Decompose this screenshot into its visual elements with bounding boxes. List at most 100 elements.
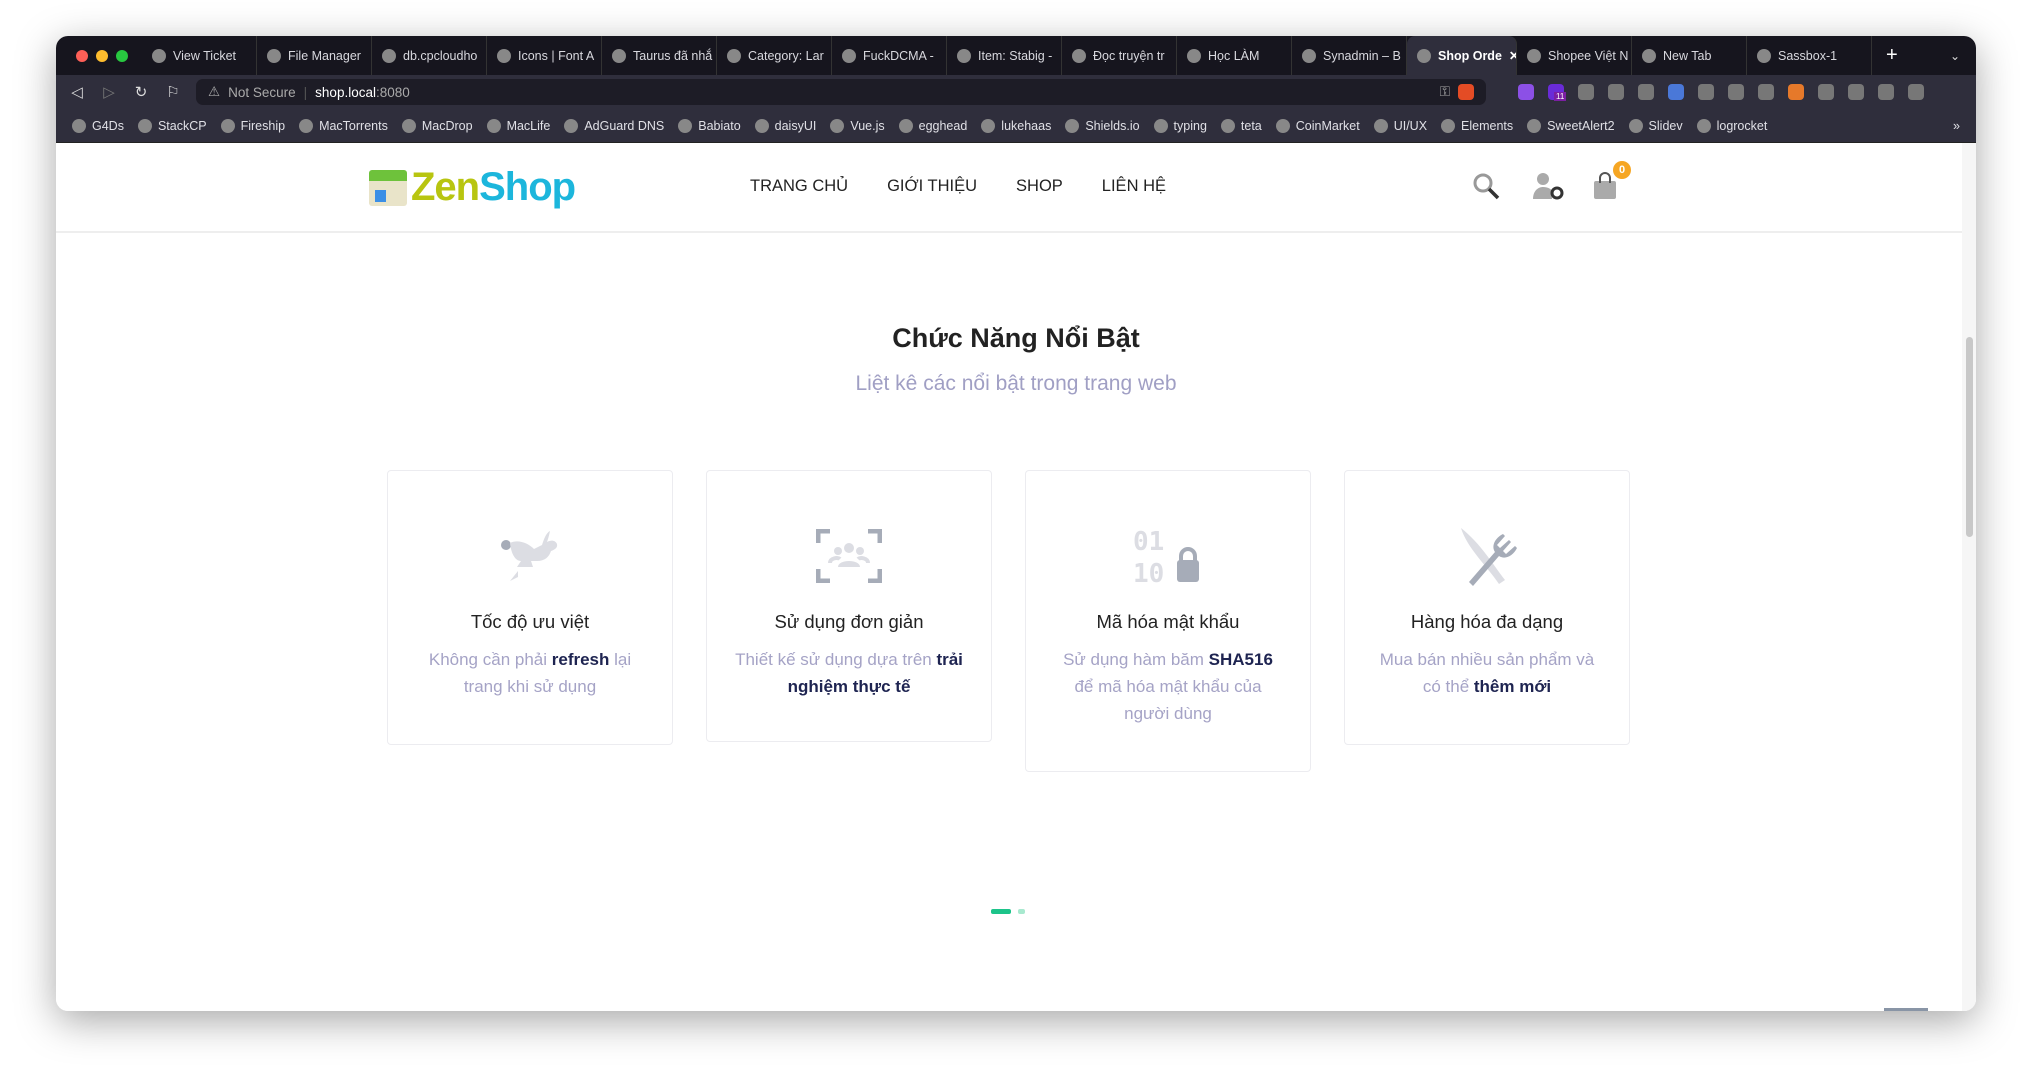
bookmark-item[interactable]: Fireship	[220, 118, 286, 133]
warning-icon: ⚠	[208, 84, 221, 99]
browser-tab[interactable]: Taurus đã nhắ	[602, 36, 717, 75]
minimize-window-button[interactable]	[96, 49, 108, 62]
section-subtitle: Liệt kê các nổi bật trong trang web	[855, 372, 1177, 395]
extension-icon[interactable]	[1578, 84, 1594, 100]
bookmark-item[interactable]: CoinMarket	[1275, 118, 1360, 133]
bookmark-item[interactable]: MacLife	[486, 118, 550, 133]
bookmark-item[interactable]: StackCP	[137, 118, 207, 133]
nav-about[interactable]: GIỚI THIỆU	[887, 177, 977, 196]
page-scrollbar[interactable]	[1962, 143, 1976, 1011]
bookmark-item[interactable]: Slidev	[1628, 118, 1683, 133]
browser-tab[interactable]: File Manager	[257, 36, 372, 75]
tab-label: Icons | Font A	[518, 48, 595, 63]
browser-toolbar: ◁ ▷ ↻ ⚐ ⚠ Not Secure | shop.local:8080 ⚿…	[56, 75, 1976, 109]
key-icon[interactable]: ⚿	[1440, 84, 1450, 100]
bookmark-item[interactable]: egghead	[898, 118, 967, 133]
puzzle-icon[interactable]	[1818, 84, 1834, 100]
section-title: Chức Năng Nổi Bật	[892, 323, 1140, 353]
browser-tab[interactable]: Đọc truyện tr	[1062, 36, 1177, 75]
bookmark-favicon-icon	[1441, 118, 1456, 133]
more-bookmarks-button[interactable]: »	[1953, 119, 1960, 133]
new-tab-button[interactable]: +	[1886, 44, 1898, 67]
browser-tab[interactable]: FuckDCMA -	[832, 36, 947, 75]
browser-tab[interactable]: Shopee Việt N	[1517, 36, 1632, 75]
menu-icon[interactable]	[1908, 84, 1924, 100]
browser-tab[interactable]: Học LÀM	[1177, 36, 1292, 75]
browser-tab[interactable]: Synadmin – B	[1292, 36, 1407, 75]
zenshop-logo[interactable]: ZenShop	[369, 165, 576, 210]
address-bar[interactable]: ⚠ Not Secure | shop.local:8080 ⚿	[196, 79, 1486, 105]
bookmark-item[interactable]: G4Ds	[72, 118, 124, 133]
bookmark-item[interactable]: logrocket	[1696, 118, 1767, 133]
bookmark-item[interactable]: SweetAlert2	[1527, 118, 1615, 133]
logo-text-zen: Zen	[411, 165, 480, 209]
forward-button[interactable]: ▷	[100, 83, 118, 101]
browser-tab[interactable]: New Tab	[1632, 36, 1747, 75]
playlist-icon[interactable]	[1848, 84, 1864, 100]
nav-contact[interactable]: LIÊN HỆ	[1102, 177, 1166, 196]
browser-tab[interactable]: Item: Stabig -	[947, 36, 1062, 75]
carousel-dot[interactable]	[1018, 909, 1025, 914]
bookmark-item[interactable]: typing	[1153, 118, 1207, 133]
search-icon[interactable]	[1471, 171, 1501, 201]
tab-label: New Tab	[1663, 48, 1712, 63]
scrollbar-thumb[interactable]	[1966, 337, 1973, 537]
tab-label: Shopee Việt N	[1548, 48, 1629, 63]
extension-icon[interactable]	[1788, 84, 1804, 100]
bookmark-item[interactable]: AdGuard DNS	[564, 118, 665, 133]
tab-label: Học LÀM	[1208, 48, 1260, 63]
bookmark-item[interactable]: Vue.js	[830, 118, 885, 133]
bookmark-item[interactable]: UI/UX	[1373, 118, 1427, 133]
favicon-icon	[1527, 48, 1541, 63]
bookmark-button[interactable]: ⚐	[164, 83, 182, 101]
feature-card: Hàng hóa đa dạng Mua bán nhiều sản phẩm v…	[1344, 470, 1630, 745]
extension-badge: 11	[1554, 92, 1567, 101]
bookmark-item[interactable]: Babiato	[678, 118, 741, 133]
extension-icon[interactable]: 11	[1548, 84, 1567, 101]
extension-icon[interactable]	[1608, 84, 1624, 100]
browser-tab[interactable]: Shop Orde ✕	[1407, 36, 1517, 75]
favicon-icon	[1417, 48, 1431, 63]
extension-icon[interactable]	[1518, 84, 1534, 100]
tab-list-chevron-icon[interactable]: ⌄	[1950, 49, 1960, 63]
carousel-dots	[991, 909, 1025, 914]
browser-tab[interactable]: View Ticket	[142, 36, 257, 75]
close-window-button[interactable]	[76, 49, 88, 62]
bookmark-label: MacDrop	[421, 118, 473, 133]
extension-icon[interactable]	[1698, 84, 1714, 100]
maximize-window-button[interactable]	[116, 49, 128, 62]
bookmark-item[interactable]: Shields.io	[1065, 118, 1140, 133]
bookmark-item[interactable]: lukehaas	[981, 118, 1051, 133]
wallet-icon[interactable]	[1878, 84, 1894, 100]
bookmark-item[interactable]: MacTorrents	[299, 118, 388, 133]
feature-card: 01 10 Mã hóa mật khẩu Sử dụng hàm băm SHA51…	[1025, 470, 1311, 772]
browser-tab[interactable]: Icons | Font A	[487, 36, 602, 75]
shopping-bag-icon[interactable]: 0	[1591, 161, 1631, 201]
back-button[interactable]: ◁	[68, 83, 86, 101]
browser-tab[interactable]: Sassbox-1	[1747, 36, 1872, 75]
extension-icon[interactable]	[1668, 84, 1684, 100]
browser-tab[interactable]: Category: Lar	[717, 36, 832, 75]
bookmark-item[interactable]: Elements	[1441, 118, 1513, 133]
bookmark-label: AdGuard DNS	[584, 118, 665, 133]
bookmark-favicon-icon	[1696, 118, 1711, 133]
reload-button[interactable]: ↻	[132, 83, 150, 101]
scroll-to-top-button[interactable]: ︽	[1884, 1008, 1928, 1011]
nav-home[interactable]: TRANG CHỦ	[750, 177, 848, 196]
feature-text: Sử dụng hàm băm	[1063, 650, 1209, 669]
bookmark-label: Fireship	[240, 118, 286, 133]
extension-icon[interactable]	[1638, 84, 1654, 100]
bookmark-item[interactable]: daisyUI	[754, 118, 816, 133]
bookmark-item[interactable]: MacDrop	[401, 118, 473, 133]
favicon-icon	[1187, 48, 1201, 63]
extension-icon[interactable]	[1758, 84, 1774, 100]
nav-shop[interactable]: SHOP	[1016, 177, 1063, 196]
extension-icon[interactable]	[1728, 84, 1744, 100]
browser-tab[interactable]: db.cpcloudho	[372, 36, 487, 75]
close-tab-icon[interactable]: ✕	[1509, 48, 1516, 63]
bookmark-item[interactable]: teta	[1220, 118, 1262, 133]
carousel-dot-active[interactable]	[991, 909, 1011, 914]
bookmarks-bar: G4Ds StackCP Fireship MacTorrents MacDrop Mac…	[56, 109, 1976, 143]
brave-shield-icon[interactable]	[1458, 84, 1474, 100]
user-settings-icon[interactable]	[1531, 171, 1564, 201]
